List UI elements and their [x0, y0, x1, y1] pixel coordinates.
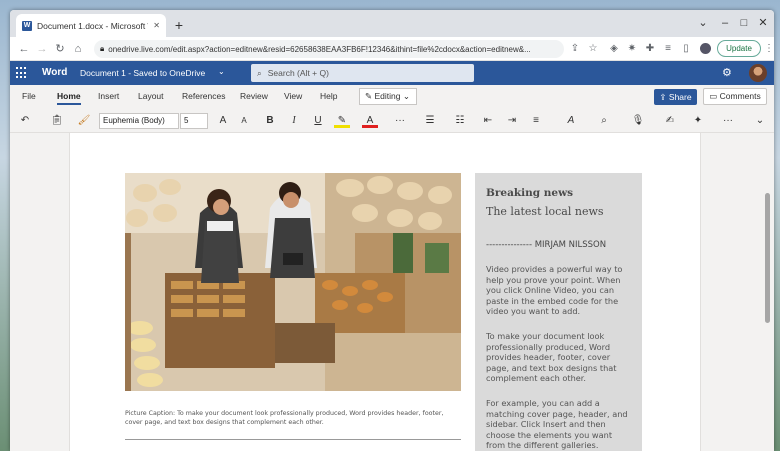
share-icon: ⇪ — [659, 92, 667, 102]
pencil-icon: ✎ — [365, 91, 373, 101]
search-icon: ⌕ — [257, 67, 262, 78]
format-painter-icon[interactable]: 🖌︎ — [76, 114, 92, 128]
chevron-down-icon[interactable]: ⌄ — [692, 14, 714, 32]
suite-header: Word Document 1 - Saved to OneDrive ⌄ ⌕ … — [10, 61, 774, 85]
increase-indent-icon[interactable]: ⇥ — [504, 114, 520, 128]
bold-button[interactable]: B — [262, 114, 278, 128]
word-icon: W — [22, 20, 32, 31]
font-name-select[interactable]: Euphemia (Body) — [99, 113, 179, 129]
settings-icon[interactable]: ✷ — [625, 42, 639, 56]
designer-icon[interactable]: ✦ — [690, 114, 706, 128]
app-name[interactable]: Word — [42, 67, 67, 78]
forward-icon[interactable]: → — [34, 41, 50, 57]
document-page[interactable]: Picture Caption: To make your document l… — [69, 133, 701, 451]
update-button[interactable]: Update — [717, 40, 761, 57]
gear-icon[interactable]: ⚙ — [722, 66, 732, 79]
menu-bar: File Home Insert Layout References Revie… — [10, 85, 774, 109]
menu-lines-icon[interactable]: ≡ — [661, 42, 675, 56]
star-icon[interactable]: ☆ — [586, 42, 600, 56]
reload-icon[interactable]: ↻ — [52, 41, 68, 57]
home-icon[interactable]: ⌂ — [70, 41, 86, 57]
align-icon[interactable]: ≡ — [528, 114, 544, 128]
editing-label: Editing — [374, 91, 401, 101]
sidebar-subheading: The latest local news — [486, 205, 604, 218]
bullets-icon[interactable]: ☰ — [422, 114, 438, 128]
decrease-indent-icon[interactable]: ⇤ — [480, 114, 496, 128]
editing-mode-button[interactable]: ✎ Editing ⌄ — [359, 88, 417, 105]
tab-title: Document 1.docx - Microsoft Wo — [37, 20, 149, 31]
avatar[interactable] — [749, 64, 767, 82]
more-icon[interactable]: ··· — [392, 114, 408, 128]
font-size-select[interactable]: 5 — [180, 113, 208, 129]
tab-file[interactable]: File — [22, 91, 36, 101]
browser-window: W Document 1.docx - Microsoft Wo ✕ + ⌄ –… — [10, 10, 774, 451]
tab-insert[interactable]: Insert — [98, 91, 119, 101]
search-input[interactable]: ⌕ Search (Alt + Q) — [251, 64, 474, 82]
close-tab-icon[interactable]: ✕ — [153, 21, 160, 30]
clipboard-icon[interactable]: 📋︎ — [48, 114, 66, 128]
new-tab-button[interactable]: + — [170, 16, 188, 34]
app-launcher-icon[interactable] — [16, 67, 28, 79]
divider — [125, 439, 461, 440]
sidebar-paragraph: To make your document look professionall… — [486, 330, 617, 384]
tab-view[interactable]: View — [284, 91, 302, 101]
sidebar-heading: Breaking news — [486, 187, 574, 199]
search-placeholder: Search (Alt + Q) — [267, 68, 329, 78]
tab-review[interactable]: Review — [240, 91, 268, 101]
url-text: onedrive.live.com/edit.aspx?action=editn… — [108, 44, 531, 54]
picture-caption[interactable]: Picture Caption: To make your document l… — [125, 409, 461, 427]
chevron-down-icon: ⌄ — [402, 91, 410, 101]
comment-icon: ▭ — [709, 91, 718, 101]
close-window-button[interactable]: ✕ — [752, 14, 774, 32]
vertical-scrollbar[interactable] — [762, 133, 774, 451]
news-sidebar[interactable]: Breaking news The latest local news ----… — [475, 173, 642, 451]
font-color-button[interactable]: A — [362, 114, 378, 128]
tab-strip: W Document 1.docx - Microsoft Wo ✕ + ⌄ –… — [10, 10, 774, 37]
author-line: --------------- MIRJAM NILSSON — [486, 240, 607, 250]
extension-icon[interactable]: ◈ — [607, 42, 621, 56]
document-canvas: Picture Caption: To make your document l… — [10, 133, 774, 451]
highlight-color-button[interactable]: ✎ — [334, 114, 350, 128]
browser-tab[interactable]: W Document 1.docx - Microsoft Wo ✕ — [16, 14, 166, 37]
italic-button[interactable]: I — [286, 114, 302, 128]
address-input[interactable]: 🔒︎ onedrive.live.com/edit.aspx?action=ed… — [94, 40, 564, 58]
editor-icon[interactable]: ✍︎ — [662, 114, 678, 128]
puzzle-icon[interactable]: ✚ — [643, 42, 657, 56]
tab-references[interactable]: References — [182, 91, 225, 101]
lock-icon[interactable]: 🔒︎ — [100, 44, 104, 54]
more-icon[interactable]: ··· — [720, 114, 736, 128]
chevron-down-icon[interactable]: ⌄ — [752, 114, 768, 128]
find-icon[interactable]: ⌕ — [596, 114, 612, 128]
kebab-menu-icon[interactable]: ⋮ — [762, 42, 774, 56]
share-label: Share — [668, 92, 692, 102]
comments-button[interactable]: ▭ Comments — [703, 88, 767, 105]
share-button[interactable]: ⇪ Share — [654, 89, 697, 105]
numbering-icon[interactable]: ☷ — [452, 114, 468, 128]
scrollbar-thumb[interactable] — [765, 193, 770, 323]
sidebar-paragraph: Video provides a powerful way to help yo… — [486, 264, 623, 317]
undo-icon[interactable]: ↶ — [16, 114, 34, 128]
back-icon[interactable]: ← — [16, 41, 32, 57]
document-title[interactable]: Document 1 - Saved to OneDrive — [80, 68, 205, 78]
profile-avatar[interactable] — [698, 42, 712, 56]
sidebar-paragraph: For example, you can add a matching cove… — [486, 397, 628, 451]
share-page-icon[interactable]: ⇪ — [568, 42, 582, 56]
comments-label: Comments — [719, 91, 761, 101]
ribbon-toolbar: ↶ 📋︎ 🖌︎ Euphemia (Body) 5 A A B I U ✎ A … — [10, 109, 774, 133]
sidebar-icon[interactable]: ▯ — [679, 42, 693, 56]
address-bar-row: ← → ↻ ⌂ 🔒︎ onedrive.live.com/edit.aspx?a… — [10, 37, 774, 61]
tab-help[interactable]: Help — [320, 91, 337, 101]
dictate-icon[interactable]: 🎙︎ — [630, 114, 646, 128]
tab-home[interactable]: Home — [57, 91, 81, 105]
underline-button[interactable]: U — [310, 114, 326, 128]
tab-layout[interactable]: Layout — [138, 91, 164, 101]
chevron-down-icon[interactable]: ⌄ — [218, 67, 225, 76]
grow-font-button[interactable]: A — [215, 114, 231, 128]
bakery-photo[interactable] — [125, 173, 461, 391]
styles-icon[interactable]: A — [562, 114, 580, 128]
shrink-font-button[interactable]: A — [236, 114, 252, 128]
